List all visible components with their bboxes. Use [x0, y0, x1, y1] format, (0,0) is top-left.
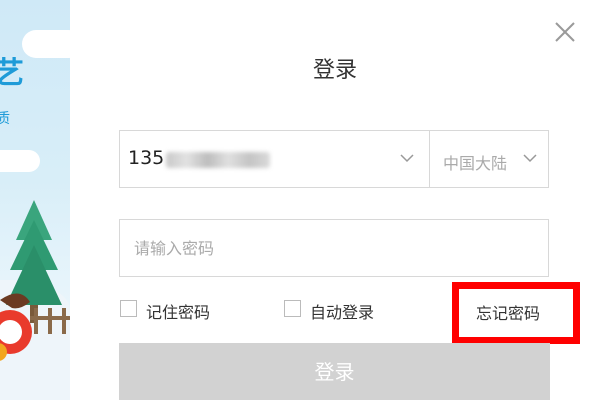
auto-login-label[interactable]: 自动登录 [310, 299, 374, 323]
chevron-down-icon[interactable] [398, 149, 416, 167]
password-input[interactable] [134, 236, 534, 260]
phone-number-value[interactable]: 135 [128, 147, 164, 169]
decorative-side-panel: 艺 质 [0, 0, 70, 400]
remember-password-checkbox[interactable] [120, 300, 137, 317]
close-icon[interactable] [551, 18, 579, 46]
field-divider [429, 131, 430, 187]
phone-number-field[interactable]: 135 中国大陆 [119, 130, 549, 188]
cloud-decoration [0, 150, 40, 172]
remember-password-label[interactable]: 记住密码 [146, 299, 210, 323]
chevron-down-icon[interactable] [521, 149, 539, 167]
forgot-password-link[interactable]: 忘记密码 [476, 300, 540, 324]
mascot-illustration [0, 293, 32, 361]
brand-subtitle: 质 [0, 111, 10, 127]
region-select[interactable]: 中国大陆 [443, 150, 507, 174]
cloud-decoration [22, 30, 70, 58]
dialog-title: 登录 [312, 58, 357, 83]
login-button[interactable]: 登录 [119, 343, 550, 400]
auto-login-checkbox[interactable] [284, 300, 301, 317]
masked-phone-digits [166, 152, 270, 168]
brand-character: 艺 [0, 56, 24, 91]
password-field-container [119, 219, 549, 277]
